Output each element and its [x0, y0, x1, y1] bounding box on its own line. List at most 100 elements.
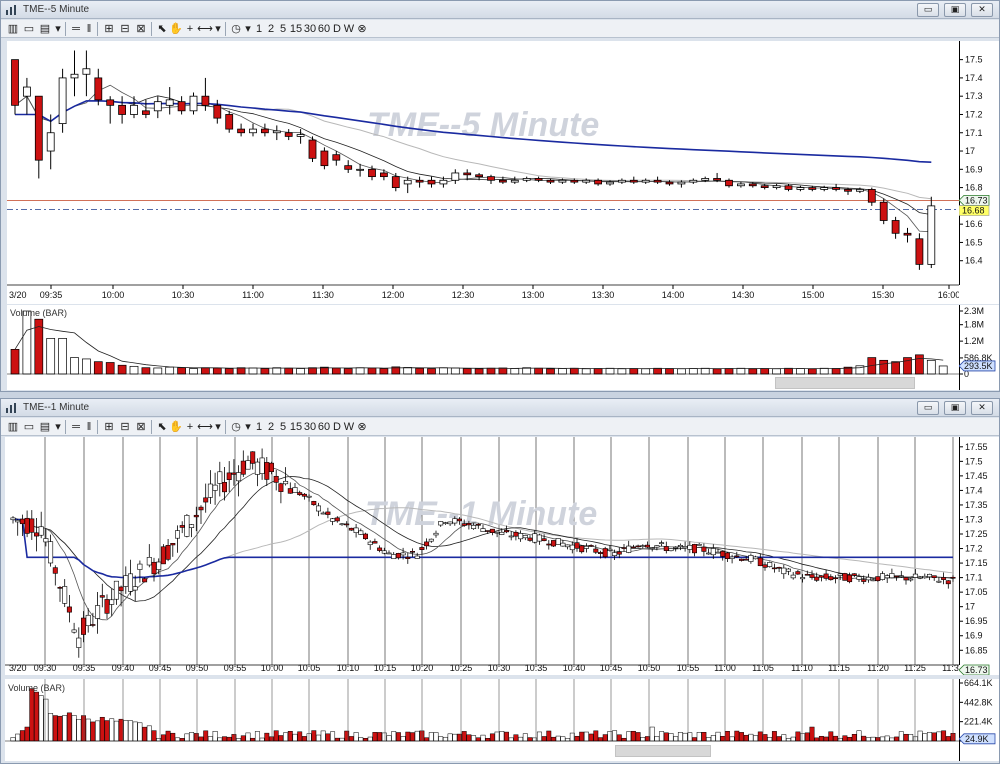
period-button-w[interactable]: W [343, 419, 355, 435]
restore-button[interactable]: ▣ [944, 401, 966, 415]
toolbar-separator [225, 420, 226, 434]
zoom-fit-icon[interactable]: ⊠ [133, 419, 149, 435]
minimize-button[interactable]: ▭ [917, 3, 939, 17]
candle-up [356, 168, 365, 171]
volume-bar [847, 736, 853, 742]
clock-icon[interactable]: ◷ [229, 21, 243, 37]
zoom-in-icon[interactable]: ⊞ [101, 419, 117, 435]
chevron-down-icon[interactable]: ▾ [213, 21, 223, 37]
volume-bar [927, 732, 932, 742]
bar-style-icon[interactable]: ▥ [5, 21, 21, 37]
equal-lines-icon[interactable]: ═ [69, 21, 83, 37]
candle-down [170, 543, 176, 546]
period-button-2[interactable]: 2 [265, 419, 277, 435]
period-button-1[interactable]: 1 [253, 419, 265, 435]
price-chart[interactable]: TME--5 Minute 09:35 10:00 10:30 11:00 11:30 12… [7, 41, 959, 304]
pointer-icon[interactable]: ⬉ [155, 419, 169, 435]
period-button-60[interactable]: 60 [317, 419, 331, 435]
candle-down [297, 492, 303, 496]
hand-icon[interactable]: ✋ [169, 419, 183, 435]
crosshair-icon[interactable]: + [183, 419, 197, 435]
period-button-60[interactable]: 60 [317, 21, 331, 37]
period-button-30[interactable]: 30 [303, 21, 317, 37]
equal-lines-icon[interactable]: ═ [69, 419, 83, 435]
crosshair-icon[interactable]: + [183, 21, 197, 37]
window-titlebar[interactable]: TME--5 Minute ▭ ▣ ✕ [1, 1, 999, 19]
close-button[interactable]: ✕ [971, 3, 993, 17]
candle-up [95, 605, 101, 619]
pause-icon[interactable]: ‖ [83, 419, 95, 435]
period-button-15[interactable]: 15 [289, 419, 303, 435]
chart-type-icon[interactable]: ▭ [21, 419, 37, 435]
candle-up [701, 178, 710, 181]
chevron-down-icon[interactable]: ▾ [243, 419, 253, 435]
volume-panel[interactable]: Volume (BAR) [7, 305, 959, 390]
candle-up [785, 568, 791, 572]
volume-bar [272, 367, 282, 375]
bar-style-icon[interactable]: ▥ [5, 419, 21, 435]
chart-toolbar: ▥ ▭ ▤ ▾ ═ ‖ ⊞ ⊟ ⊠ ⬉ ✋ + ⟷ ▾ ◷ ▾ 1 2 5 15 30 60 D W ⊗ [1, 20, 999, 38]
price-axis: 17.55 17.5 17.45 17.4 17.35 17.3 17.25 17.2 17.1… [959, 437, 999, 675]
period-button-d[interactable]: D [331, 419, 343, 435]
clock-icon[interactable]: ◷ [229, 419, 243, 435]
volume-bar [931, 732, 937, 742]
chevron-down-icon[interactable]: ▾ [213, 419, 223, 435]
template-icon[interactable]: ▤ [37, 419, 53, 435]
candle-down [570, 179, 579, 183]
chevron-down-icon[interactable]: ▾ [53, 419, 63, 435]
measure-icon[interactable]: ⟷ [197, 21, 213, 37]
volume-bar [129, 365, 139, 375]
horizontal-scrollbar-thumb[interactable] [615, 745, 711, 757]
price-chart[interactable]: TME--1 Minute 09:30 09:35 09:40 09:45 09:50 09… [5, 437, 959, 675]
volume-label: Volume (BAR) [10, 308, 68, 318]
volume-bar [641, 368, 651, 375]
chevron-down-icon[interactable]: ▾ [243, 21, 253, 37]
close-chart-icon[interactable]: ⊗ [355, 419, 369, 435]
close-chart-icon[interactable]: ⊗ [355, 21, 369, 37]
zoom-fit-icon[interactable]: ⊠ [133, 21, 149, 37]
horizontal-scrollbar-thumb[interactable] [775, 377, 915, 389]
zoom-out-icon[interactable]: ⊟ [117, 21, 133, 37]
period-button-30[interactable]: 30 [303, 419, 317, 435]
chevron-down-icon[interactable]: ▾ [53, 21, 63, 37]
minimize-button[interactable]: ▭ [917, 401, 939, 415]
zoom-out-icon[interactable]: ⊟ [117, 419, 133, 435]
volume-bar [753, 735, 759, 742]
volume-chart[interactable] [5, 679, 959, 761]
candle-down [828, 576, 834, 581]
measure-icon[interactable]: ⟷ [197, 419, 213, 435]
period-button-2[interactable]: 2 [265, 21, 277, 37]
hand-icon[interactable]: ✋ [169, 21, 183, 37]
price-panel[interactable]: TME--5 Minute 09:35 10:00 10:30 11:00 11:30 12… [7, 41, 959, 304]
x-tick-label: 11:15 [828, 663, 850, 673]
volume-bar [513, 734, 519, 742]
close-button[interactable]: ✕ [971, 401, 993, 415]
volume-panel[interactable]: Volume (BAR) [5, 679, 959, 761]
price-panel[interactable]: TME--1 Minute 09:30 09:35 09:40 09:45 09:50 09… [5, 437, 959, 675]
restore-button[interactable]: ▣ [944, 3, 966, 17]
candle-up [781, 567, 787, 575]
y-tick-label: 16.85 [965, 645, 988, 655]
volume-bar [706, 737, 712, 742]
zoom-in-icon[interactable]: ⊞ [101, 21, 117, 37]
period-button-15[interactable]: 15 [289, 21, 303, 37]
period-button-1[interactable]: 1 [253, 21, 265, 37]
window-titlebar[interactable]: TME--1 Minute ▭ ▣ ✕ [1, 399, 999, 417]
candle-down [273, 475, 279, 483]
pause-icon[interactable]: ‖ [83, 21, 95, 37]
volume-bar [179, 738, 185, 742]
candle-up [790, 574, 796, 579]
volume-bar [795, 731, 801, 742]
template-icon[interactable]: ▤ [37, 21, 53, 37]
period-button-5[interactable]: 5 [277, 419, 289, 435]
volume-bar [776, 736, 782, 742]
period-button-w[interactable]: W [343, 21, 355, 37]
period-button-d[interactable]: D [331, 21, 343, 37]
candle-up [555, 538, 561, 545]
volume-bar [415, 367, 424, 375]
volume-bar [343, 368, 353, 375]
pointer-icon[interactable]: ⬉ [155, 21, 169, 37]
candle-up [217, 471, 223, 484]
chart-type-icon[interactable]: ▭ [21, 21, 37, 37]
period-button-5[interactable]: 5 [277, 21, 289, 37]
